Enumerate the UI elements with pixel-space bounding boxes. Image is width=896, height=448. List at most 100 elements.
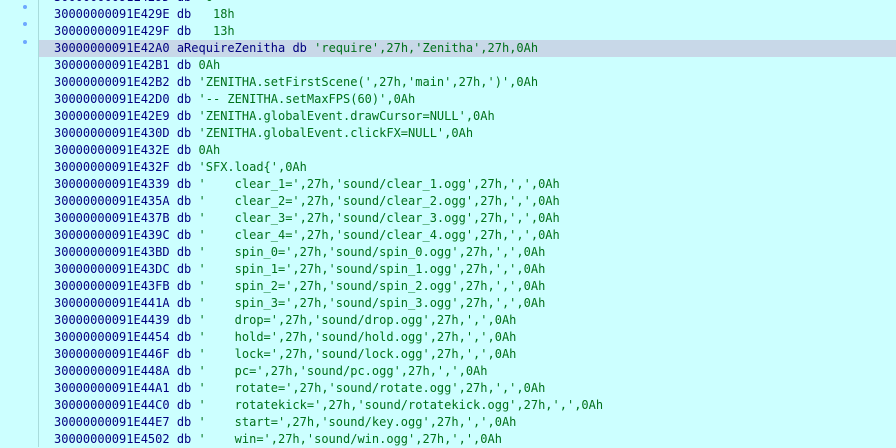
line-address[interactable]: 30000000091E432F — [54, 160, 170, 174]
listing-line[interactable]: 30000000091E439C db ' clear_4=',27h,'sou… — [39, 227, 896, 244]
line-address[interactable]: 30000000091E4502 — [54, 432, 170, 446]
line-operands: ' start=',27h,'sound/key.ogg',27h,',',0A… — [198, 415, 517, 429]
breakpoint-dot-icon[interactable] — [23, 22, 27, 26]
listing-line[interactable]: 30000000091E43FB db ' spin_2=',27h,'soun… — [39, 278, 896, 295]
line-directive: db — [176, 177, 192, 191]
line-operands: ' pc=',27h,'sound/pc.ogg',27h,',',0Ah — [198, 364, 488, 378]
line-address[interactable]: 30000000091E44C0 — [54, 398, 170, 412]
breakpoint-dot-icon[interactable] — [23, 40, 27, 44]
line-operands: ' spin_0=',27h,'sound/spin_0.ogg',27h,',… — [198, 245, 546, 259]
line-symbol-name[interactable]: aRequireZenitha — [177, 41, 285, 55]
line-operands: 'ZENITHA.globalEvent.clickFX=NULL',0Ah — [198, 126, 474, 140]
listing-line[interactable]: 30000000091E441A db ' spin_3=',27h,'soun… — [39, 295, 896, 312]
line-address[interactable]: 30000000091E448A — [54, 364, 170, 378]
line-address[interactable]: 30000000091E430D — [54, 126, 170, 140]
line-address[interactable]: 30000000091E439C — [54, 228, 170, 242]
line-address[interactable]: 30000000091E42D0 — [54, 92, 170, 106]
line-operands: ' spin_3=',27h,'sound/spin_3.ogg',27h,',… — [198, 296, 546, 310]
line-directive: db — [176, 398, 192, 412]
line-address[interactable]: 30000000091E42B2 — [54, 75, 170, 89]
listing-line[interactable]: 30000000091E42B1 db 0Ah — [39, 57, 896, 74]
listing-line[interactable]: 30000000091E43DC db ' spin_1=',27h,'soun… — [39, 261, 896, 278]
listing-line[interactable]: 30000000091E448A db ' pc=',27h,'sound/pc… — [39, 363, 896, 380]
line-operands: 'ZENITHA.setFirstScene(',27h,'main',27h,… — [198, 75, 539, 89]
listing-line[interactable]: 30000000091E43BD db ' spin_0=',27h,'soun… — [39, 244, 896, 261]
line-directive: db — [176, 262, 192, 276]
line-directive: db — [176, 381, 192, 395]
line-directive: db — [176, 245, 192, 259]
line-directive: db — [176, 228, 192, 242]
listing-line[interactable]: 30000000091E4454 db ' hold=',27h,'sound/… — [39, 329, 896, 346]
line-directive: db — [176, 194, 192, 208]
line-directive: db — [176, 7, 192, 21]
line-address[interactable]: 30000000091E42E9 — [54, 109, 170, 123]
line-directive: db — [176, 92, 192, 106]
listing-line[interactable]: 30000000091E42E9 db 'ZENITHA.globalEvent… — [39, 108, 896, 125]
listing-line[interactable]: 30000000091E429F db 13h — [39, 23, 896, 40]
line-operands: 'SFX.load{',0Ah — [198, 160, 307, 174]
line-directive: db — [176, 126, 192, 140]
listing-line[interactable]: 30000000091E44C0 db ' rotatekick=',27h,'… — [39, 397, 896, 414]
line-address[interactable]: 30000000091E429F — [54, 24, 170, 38]
listing-line[interactable]: 30000000091E42B2 db 'ZENITHA.setFirstSce… — [39, 74, 896, 91]
line-address[interactable]: 30000000091E432E — [54, 143, 170, 157]
listing-line[interactable]: 30000000091E432E db 0Ah — [39, 142, 896, 159]
line-directive: db — [176, 24, 192, 38]
line-directive: db — [177, 0, 191, 4]
line-address[interactable]: 30000000091E446F — [54, 347, 170, 361]
line-directive: db — [176, 432, 192, 446]
listing-line[interactable]: 30000000091E446F db ' lock=',27h,'sound/… — [39, 346, 896, 363]
line-directive: db — [176, 211, 192, 225]
line-operands: ' spin_2=',27h,'sound/spin_2.ogg',27h,',… — [198, 279, 546, 293]
line-address[interactable]: 30000000091E441A — [54, 296, 170, 310]
line-operands: '-- ZENITHA.setMaxFPS(60)',0Ah — [198, 92, 416, 106]
line-operands: ' clear_2=',27h,'sound/clear_2.ogg',27h,… — [198, 194, 560, 208]
line-address[interactable]: 30000000091E43FB — [54, 279, 170, 293]
line-address[interactable]: 30000000091E4454 — [54, 330, 170, 344]
line-address[interactable]: 30000000091E4339 — [54, 177, 170, 191]
line-operands: 0Ah — [198, 58, 221, 72]
line-operands: ' drop=',27h,'sound/drop.ogg',27h,',',0A… — [198, 313, 517, 327]
listing-line[interactable]: 30000000091E430D db 'ZENITHA.globalEvent… — [39, 125, 896, 142]
line-directive: db — [176, 296, 192, 310]
line-address[interactable]: 30000000091E42A0 — [54, 41, 170, 55]
line-address[interactable]: 30000000091E437B — [54, 211, 170, 225]
listing-line[interactable]: 30000000091E429E db 18h — [39, 6, 896, 23]
line-address[interactable]: 30000000091E429D — [54, 0, 170, 4]
line-directive: db — [176, 313, 192, 327]
line-address[interactable]: 30000000091E44A1 — [54, 381, 170, 395]
breakpoint-dot-icon[interactable] — [23, 5, 27, 9]
line-directive: db — [176, 279, 192, 293]
line-directive: db — [176, 415, 192, 429]
line-address[interactable]: 30000000091E429E — [54, 7, 170, 21]
line-directive: db — [176, 160, 192, 174]
line-directive: db — [176, 364, 192, 378]
listing-line[interactable]: 30000000091E437B db ' clear_3=',27h,'sou… — [39, 210, 896, 227]
listing-line[interactable]: 30000000091E4339 db ' clear_1=',27h,'sou… — [39, 176, 896, 193]
gutter — [0, 0, 39, 447]
line-address[interactable]: 30000000091E44E7 — [54, 415, 170, 429]
line-operands: 18h — [198, 7, 235, 21]
listing-line[interactable]: 30000000091E4502 db ' win=',27h,'sound/w… — [39, 431, 896, 448]
line-directive: db — [292, 41, 307, 55]
line-operands: 13h — [198, 24, 235, 38]
line-address[interactable]: 30000000091E435A — [54, 194, 170, 208]
line-address[interactable]: 30000000091E42B1 — [54, 58, 170, 72]
listing-line[interactable]: 30000000091E435A db ' clear_2=',27h,'sou… — [39, 193, 896, 210]
line-operands: ' clear_4=',27h,'sound/clear_4.ogg',27h,… — [198, 228, 560, 242]
listing-line[interactable]: 30000000091E42A0 aRequireZenitha db 'req… — [39, 40, 896, 57]
line-directive: db — [176, 109, 192, 123]
line-operands: 0 — [199, 0, 213, 4]
listing-line[interactable]: 30000000091E42D0 db '-- ZENITHA.setMaxFP… — [39, 91, 896, 108]
listing-line[interactable]: 30000000091E44E7 db ' start=',27h,'sound… — [39, 414, 896, 431]
listing-line[interactable]: 30000000091E44A1 db ' rotate=',27h,'soun… — [39, 380, 896, 397]
line-address[interactable]: 30000000091E4439 — [54, 313, 170, 327]
disassembly-listing[interactable]: 30000000091E429D db 0 30000000091E429E db… — [39, 0, 896, 448]
listing-line[interactable]: 30000000091E432F db 'SFX.load{',0Ah — [39, 159, 896, 176]
line-operands: ' lock=',27h,'sound/lock.ogg',27h,',',0A… — [198, 347, 517, 361]
line-address[interactable]: 30000000091E43DC — [54, 262, 170, 276]
listing-line[interactable]: 30000000091E4439 db ' drop=',27h,'sound/… — [39, 312, 896, 329]
line-operands: ' hold=',27h,'sound/hold.ogg',27h,',',0A… — [198, 330, 517, 344]
line-address[interactable]: 30000000091E43BD — [54, 245, 170, 259]
line-operands: 0Ah — [198, 143, 221, 157]
